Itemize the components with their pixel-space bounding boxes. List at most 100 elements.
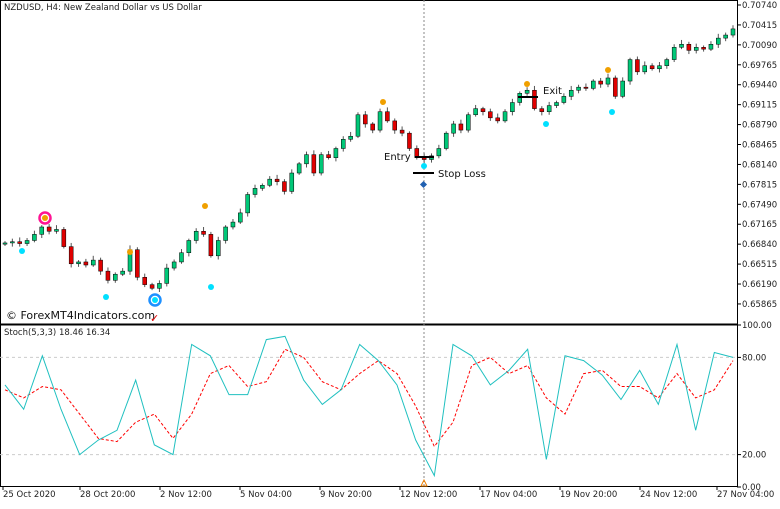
candle [407, 131, 412, 151]
candle [289, 169, 295, 194]
price-tick-label: 0.66190 [742, 280, 777, 290]
candle-body [289, 172, 295, 192]
candle-body [193, 231, 199, 241]
candle-body [216, 240, 221, 257]
stoch-tick-label: 100.00 [742, 321, 772, 331]
candle-body [341, 139, 346, 149]
candle-body [311, 154, 317, 174]
time-axis: 25 Oct 2020 28 Oct 20:00 2 Nov 12:00 5 Nov … [2, 486, 774, 500]
candle-body [576, 86, 581, 91]
time-tick-label: 9 Nov 20:00 [320, 490, 372, 500]
candle-body [458, 123, 464, 131]
candle-body [657, 65, 662, 70]
candle-body [135, 249, 140, 278]
candle-body [591, 80, 596, 89]
candle-body [68, 246, 74, 265]
candle [208, 231, 214, 258]
candle-body [554, 102, 559, 106]
time-tick-label: 28 Oct 20:00 [80, 490, 135, 500]
candle [466, 112, 471, 133]
candle [135, 247, 140, 281]
buy-dot [152, 297, 158, 303]
candle-body [377, 111, 383, 131]
sell-dot [524, 81, 530, 87]
candle-body [304, 154, 309, 165]
candle-body [598, 80, 603, 85]
candle-body [46, 226, 52, 232]
candle-body [142, 277, 147, 285]
price-tick-label: 0.69115 [742, 101, 777, 111]
buy-dot [103, 294, 109, 300]
candle [296, 161, 302, 175]
candle-body [385, 111, 390, 122]
candle-body [157, 283, 162, 289]
candle-body [635, 59, 640, 73]
candle-body [252, 188, 258, 195]
candle-body [171, 261, 177, 269]
price-axis: 0.70740 0.70415 0.70090 0.69765 0.69440 0.691… [737, 1, 777, 310]
candle-body [488, 111, 493, 119]
buy-dot [208, 284, 214, 290]
price-tick-label: 0.69765 [742, 61, 777, 71]
candle-body [716, 37, 721, 45]
candle-body [326, 154, 331, 158]
price-tick-label: 0.66840 [742, 240, 777, 250]
candle-body [61, 229, 67, 247]
candle-body [105, 270, 111, 281]
stop-loss-label: Stop Loss [438, 169, 486, 180]
candle-body [120, 270, 125, 275]
chart-frame [0, 0, 738, 487]
time-tick-label: 19 Nov 20:00 [560, 490, 617, 500]
candle-body [642, 65, 648, 73]
price-tick-label: 0.67815 [742, 180, 777, 190]
buy-dot [543, 121, 549, 127]
candle-body [510, 102, 515, 112]
candle [245, 192, 250, 217]
buy-dot [609, 109, 615, 115]
candle-body [539, 108, 545, 112]
stoch-tick-label: 80.00 [742, 353, 766, 363]
candle-body [39, 226, 45, 235]
price-tick-label: 0.70415 [742, 21, 777, 31]
price-tick-label: 0.70740 [742, 1, 777, 11]
candle-body [392, 120, 397, 131]
candle-body [260, 185, 265, 189]
exit-label: Exit [543, 86, 562, 97]
price-tick-label: 0.68465 [742, 141, 777, 151]
candle [318, 152, 324, 176]
buy-dot [19, 248, 25, 254]
check-icon: ✓ [150, 312, 159, 325]
candle [627, 57, 633, 85]
candle-body [24, 240, 30, 244]
candle-body [76, 261, 81, 265]
candle [377, 108, 383, 133]
candle-body [318, 154, 324, 174]
candle-body [54, 229, 59, 232]
candle-body [723, 34, 728, 39]
candle-body [480, 108, 486, 112]
candle-body [333, 148, 339, 158]
candle-body [451, 123, 456, 134]
candle-body [495, 117, 500, 122]
time-tick-label: 2 Nov 12:00 [160, 490, 212, 500]
candle [355, 112, 361, 139]
candle-body [208, 234, 214, 257]
candle-body [466, 114, 471, 131]
candle-body [2, 242, 8, 245]
stoch-tick-label: 20.00 [742, 451, 766, 461]
candle-body [296, 163, 302, 174]
candle-body [399, 129, 405, 134]
candle-body [620, 80, 625, 97]
candle-body [230, 221, 236, 228]
candle [613, 75, 618, 99]
candle-body [223, 226, 228, 241]
candle-body [407, 132, 412, 149]
candle-body [532, 89, 537, 109]
candle-body [730, 28, 736, 36]
candle-body [179, 252, 184, 263]
candle-body [686, 43, 692, 51]
price-tick-label: 0.67165 [742, 220, 777, 230]
candle-body [546, 105, 552, 112]
time-tick-label: 24 Nov 12:00 [640, 490, 697, 500]
candle-body [10, 241, 15, 244]
